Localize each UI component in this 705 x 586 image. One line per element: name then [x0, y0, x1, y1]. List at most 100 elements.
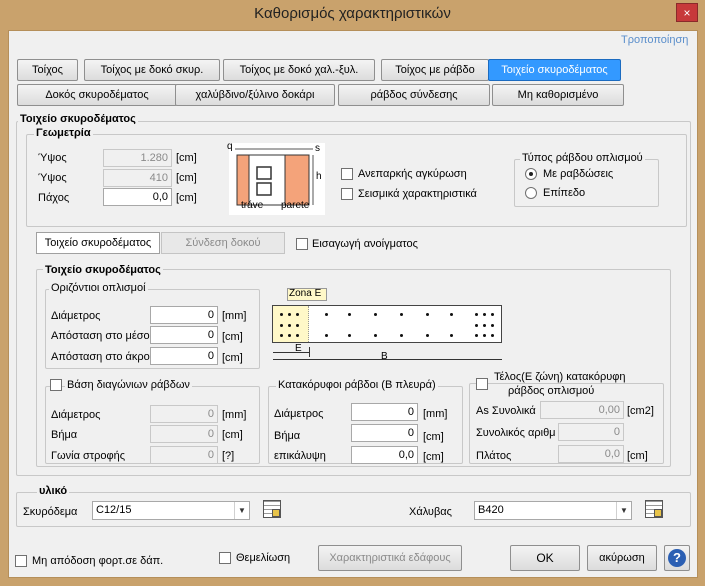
height-label-1: Ύψος — [38, 152, 67, 164]
steel-label: Χάλυβας — [409, 506, 452, 518]
rebar-type-group — [514, 159, 659, 207]
v-cover-unit: [cm] — [423, 451, 444, 463]
width-unit: [cm] — [627, 450, 648, 462]
end-zone-title-1: Τέλος(Ε ζώνη) κατακόρυφη — [492, 371, 628, 383]
h-mid-spacing-label: Απόσταση στο μέσο — [51, 330, 150, 342]
rebar-dot — [450, 313, 453, 316]
rebar-dot — [483, 334, 486, 337]
v-diameter-field[interactable]: 0 — [351, 403, 418, 421]
type-button-steel-wood-beam[interactable]: χαλύβδινο/ξύλινο δοκάρι — [175, 84, 335, 106]
opening-label: Εισαγωγή ανοίγματος — [312, 238, 418, 250]
thickness-unit: [cm] — [176, 192, 197, 204]
help-circle: ? — [668, 549, 686, 567]
seismic-checkbox[interactable] — [341, 188, 353, 200]
vertical-rebar-title: Κατακόρυφοι ράβδοι (Β πλευρά) — [276, 379, 438, 391]
edit-overlay-icon — [654, 509, 662, 517]
insufficient-anchorage-label: Ανεπαρκής αγκύρωση — [358, 168, 467, 180]
opening-checkbox[interactable] — [296, 238, 308, 250]
rebar-dot — [475, 334, 478, 337]
ribbed-label: Με ραβδώσεις — [543, 168, 614, 180]
plain-radio[interactable] — [525, 187, 537, 199]
soil-properties-button[interactable]: Χαρακτηριστικά εδάφους — [318, 545, 462, 571]
rebar-dot — [426, 334, 429, 337]
steel-value: B420 — [478, 504, 504, 516]
no-load-label: Μη απόδοση φορτ.σε δάπ. — [32, 555, 164, 567]
type-button-concrete-wall[interactable]: Τοιχείο σκυροδέματος — [488, 59, 621, 81]
concrete-select[interactable]: C12/15 ▼ — [92, 501, 250, 520]
h-end-spacing-unit: [cm] — [222, 352, 243, 364]
rebar-dot — [280, 313, 283, 316]
type-button-wall-rod[interactable]: Τοίχος με ράβδο — [381, 59, 489, 81]
rebar-dot — [280, 324, 283, 327]
thickness-field[interactable]: 0,0 — [103, 188, 172, 206]
rebar-dot — [280, 334, 283, 337]
type-button-wall-steel-beam[interactable]: Τοίχος με δοκό χαλ.-ξυλ. — [223, 59, 375, 81]
rebar-dot — [483, 313, 486, 316]
geometry-title: Γεωμετρία — [34, 127, 93, 139]
rebar-dot — [348, 313, 351, 316]
help-icon[interactable]: ? — [664, 545, 690, 571]
rebar-dot — [288, 324, 291, 327]
subtab-concrete-wall[interactable]: Τοιχείο σκυροδέματος — [36, 232, 160, 254]
rebar-dot — [288, 334, 291, 337]
type-button-tie-rod[interactable]: ράβδος σύνδεσης — [338, 84, 490, 106]
zone-e-label: Zona E — [289, 288, 322, 299]
diagonal-rebar-checkbox[interactable] — [50, 379, 62, 391]
total-count-label: Συνολικός αριθμ — [476, 427, 556, 439]
subtab-beam-connection[interactable]: Σύνδεση δοκού — [161, 232, 285, 254]
v-cover-label: επικάλυψη — [274, 450, 326, 462]
horizontal-rebar-title: Οριζόντιοι οπλισμοί — [49, 282, 148, 294]
steel-select[interactable]: B420 ▼ — [474, 501, 632, 520]
as-total-unit: [cm2] — [627, 405, 654, 417]
rebar-dot — [483, 324, 486, 327]
diag-angle-field: 0 — [150, 446, 218, 464]
rebar-dot — [288, 313, 291, 316]
height-label-2: Ύψος — [38, 172, 67, 184]
wall-section-diagram: Zona E E B — [269, 287, 505, 365]
v-diameter-unit: [mm] — [423, 408, 448, 420]
concrete-label: Σκυρόδεμα — [23, 506, 78, 518]
plain-label: Επίπεδο — [543, 187, 586, 199]
close-button[interactable]: × — [676, 3, 698, 22]
h-diameter-field[interactable]: 0 — [150, 306, 218, 324]
diagonal-rebar-title: Βάση διαγώνιων ράβδων — [65, 379, 192, 391]
concrete-wall-group-title: Τοιχείο σκυροδέματος — [18, 113, 138, 125]
v-step-field[interactable]: 0 — [351, 424, 418, 442]
no-load-checkbox[interactable] — [15, 555, 27, 567]
insufficient-anchorage-checkbox[interactable] — [341, 168, 353, 180]
rebar-dot — [491, 334, 494, 337]
total-count-field: 0 — [558, 423, 624, 441]
dimension-label-e: E — [295, 343, 302, 354]
v-cover-field[interactable]: 0,0 — [351, 446, 418, 464]
ribbed-radio[interactable] — [525, 168, 537, 180]
diag-step-label: Βήμα — [51, 429, 78, 441]
v-step-label: Βήμα — [274, 430, 301, 442]
as-total-field: 0,00 — [540, 401, 624, 419]
diag-step-unit: [cm] — [222, 429, 243, 441]
type-button-undefined[interactable]: Μη καθορισμένο — [492, 84, 624, 106]
diagram-label-q: q — [227, 141, 233, 152]
modify-link[interactable]: Τροποποίηση — [621, 34, 688, 46]
type-button-wall[interactable]: Τοίχος — [17, 59, 78, 81]
height-unit-1: [cm] — [176, 152, 197, 164]
material-table-icon[interactable] — [263, 500, 281, 518]
diag-diameter-unit: [mm] — [222, 409, 247, 421]
ok-button[interactable]: OK — [510, 545, 580, 571]
zone-e-area — [273, 306, 309, 342]
wall-subgroup-title: Τοιχείο σκυροδέματος — [43, 264, 163, 276]
cancel-button[interactable]: ακύρωση — [587, 545, 657, 571]
end-zone-checkbox[interactable] — [476, 378, 488, 390]
h-mid-spacing-field[interactable]: 0 — [150, 326, 218, 344]
foundation-checkbox[interactable] — [219, 552, 231, 564]
type-button-concrete-beam[interactable]: Δοκός σκυροδέματος — [17, 84, 177, 106]
type-button-wall-concrete-beam[interactable]: Τοίχος με δοκό σκυρ. — [84, 59, 220, 81]
steel-table-icon[interactable] — [645, 500, 663, 518]
rebar-dot — [296, 313, 299, 316]
edit-overlay-icon — [272, 509, 280, 517]
rebar-dot — [325, 313, 328, 316]
h-diameter-unit: [mm] — [222, 310, 247, 322]
rebar-dot — [348, 334, 351, 337]
rebar-dot — [491, 324, 494, 327]
h-end-spacing-field[interactable]: 0 — [150, 347, 218, 365]
thickness-label: Πάχος — [38, 192, 70, 204]
